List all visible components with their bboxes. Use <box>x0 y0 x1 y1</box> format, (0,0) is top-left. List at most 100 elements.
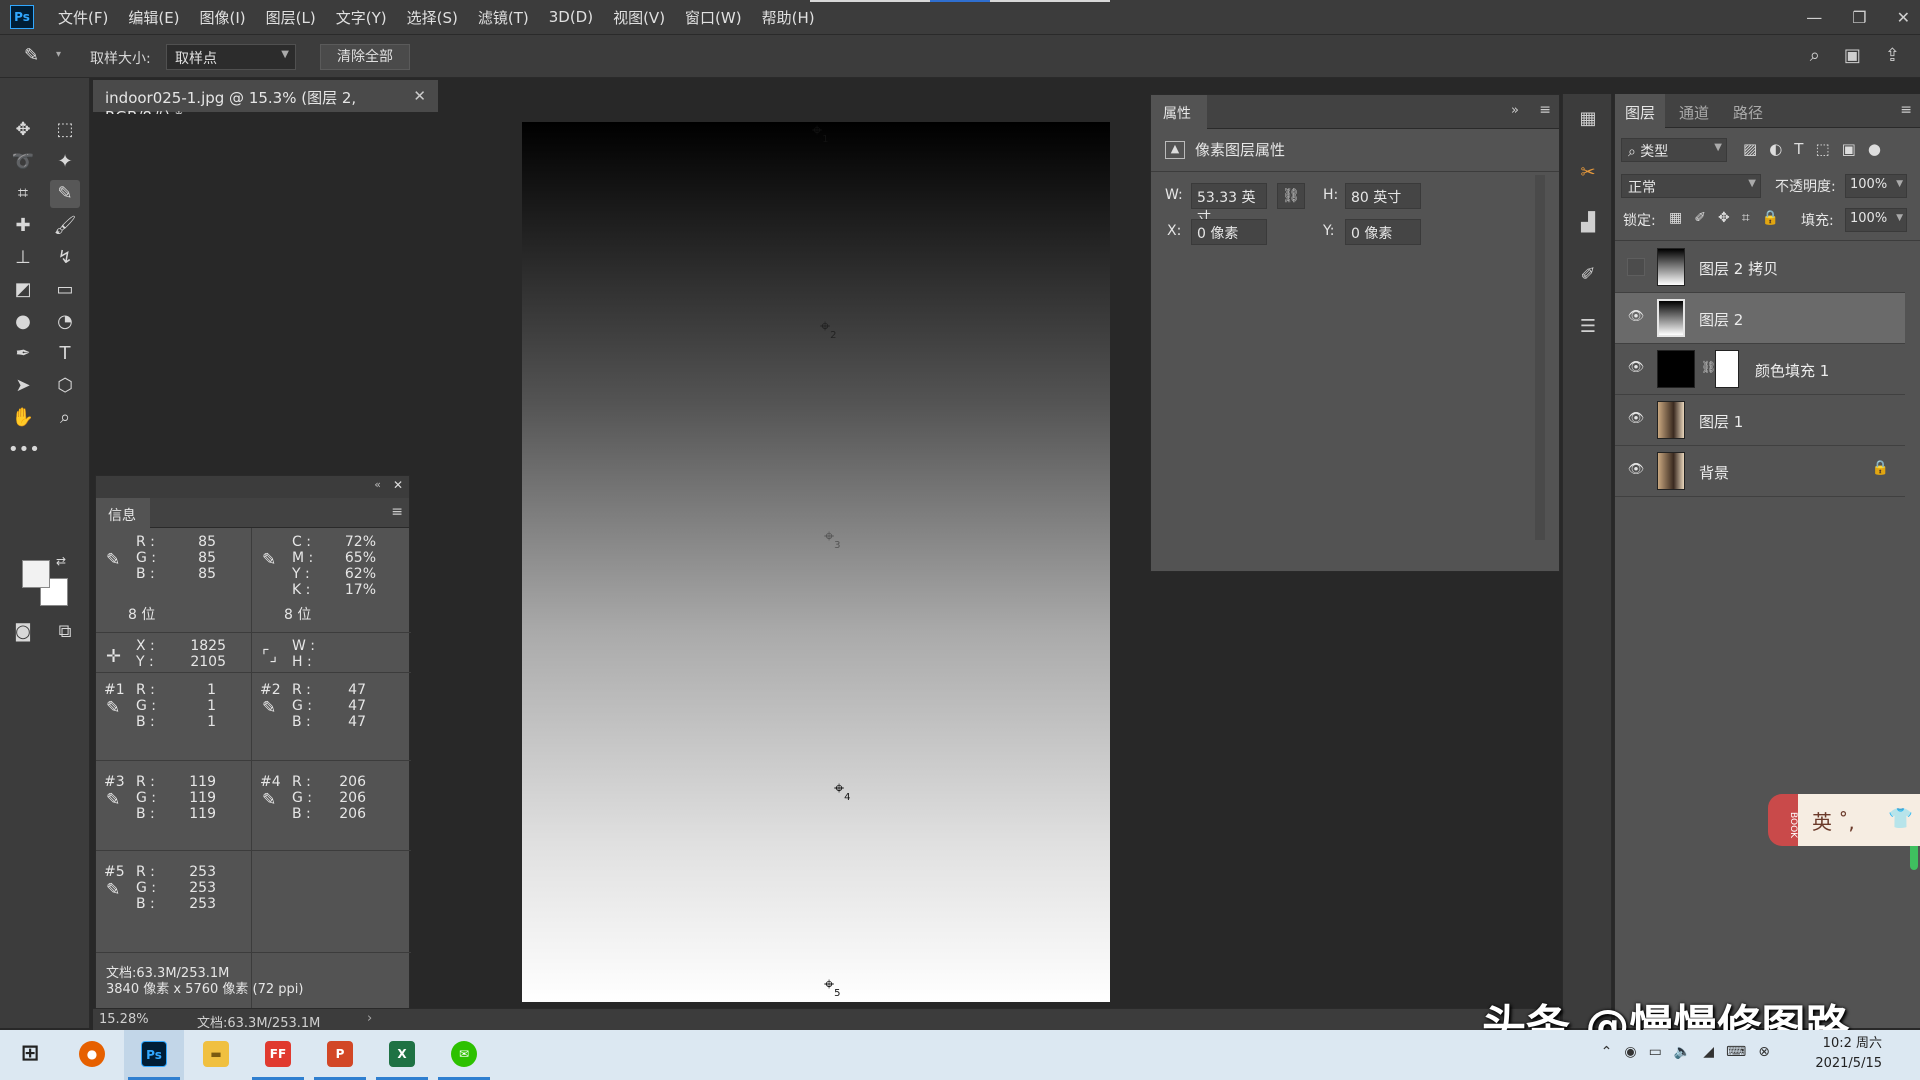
layer-name[interactable]: 图层 2 <box>1699 309 1743 330</box>
height-field[interactable]: 80 英寸 <box>1345 183 1421 209</box>
path-select-icon[interactable]: ➤ <box>8 372 38 400</box>
eye-icon[interactable]: 👁 <box>1627 462 1645 480</box>
color-sampler-tool-icon[interactable]: ✎ <box>24 45 48 69</box>
layer-row[interactable]: 👁 ⛓ 颜色填充 1 <box>1615 344 1905 395</box>
adjustment-filter-icon[interactable]: ◐ <box>1769 140 1782 158</box>
healing-brush-icon[interactable]: ✚ <box>8 212 38 240</box>
histogram-icon[interactable]: ▟ <box>1575 212 1601 238</box>
lock-artboard-icon[interactable]: ⌗ <box>1742 210 1750 226</box>
menu-select[interactable]: 选择(S) <box>407 7 458 28</box>
type-tool-icon[interactable]: T <box>50 340 80 368</box>
keyboard-icon[interactable]: ⌨ <box>1726 1044 1746 1060</box>
taskbar-foxit[interactable]: FF <box>248 1030 308 1080</box>
menu-filter[interactable]: 滤镜(T) <box>478 7 529 28</box>
marquee-tool-icon[interactable]: ⬚ <box>50 116 80 144</box>
color-sampler-marker[interactable]: ⌖3 <box>824 528 841 552</box>
gradient-tool-icon[interactable]: ▭ <box>50 276 80 304</box>
ime-toolbar[interactable]: BOOK 英 ˚, 👕 <box>1768 794 1920 846</box>
taskbar-excel[interactable]: X <box>372 1030 432 1080</box>
taskbar-explorer[interactable]: ▬ <box>186 1030 246 1080</box>
panel-menu-icon[interactable]: ≡ <box>391 504 403 520</box>
taskbar-photoshop[interactable]: Ps <box>124 1030 184 1080</box>
layer-row[interactable]: 👁 背景 🔒 <box>1615 446 1905 497</box>
taskbar-firefox[interactable]: ● <box>62 1030 122 1080</box>
tab-properties[interactable]: 属性 <box>1151 95 1207 129</box>
layer-row[interactable]: 👁 图层 2 <box>1615 293 1905 344</box>
shape-filter-icon[interactable]: ⬚ <box>1815 140 1829 158</box>
tray-expand-icon[interactable]: ⌃ <box>1601 1044 1613 1060</box>
menu-image[interactable]: 图像(I) <box>200 7 246 28</box>
clone-stamp-icon[interactable]: ⊥ <box>8 244 38 272</box>
menu-type[interactable]: 文字(Y) <box>336 7 387 28</box>
tab-info[interactable]: 信息 <box>96 498 150 528</box>
layer-row[interactable]: 图层 2 拷贝 <box>1615 242 1905 293</box>
color-sampler-marker[interactable]: ⌖1 <box>812 122 829 146</box>
magic-wand-icon[interactable]: ✦ <box>50 148 80 176</box>
lasso-tool-icon[interactable]: ➰ <box>8 148 38 176</box>
panel-menu-icon[interactable]: ≡ <box>1539 102 1551 118</box>
document-tab[interactable]: indoor025-1.jpg @ 15.3% (图层 2, RGB/8#) *… <box>93 80 438 126</box>
panel-menu-icon[interactable]: ≡ <box>1900 102 1912 118</box>
menu-3d[interactable]: 3D(D) <box>549 8 593 26</box>
restore-icon[interactable]: ❐ <box>1852 8 1866 27</box>
info-panel-icon[interactable]: ▦ <box>1575 108 1601 134</box>
notification-icon[interactable]: ⊗ <box>1758 1044 1770 1060</box>
type-filter-icon[interactable]: T <box>1794 140 1803 158</box>
search-icon[interactable]: ⌕ <box>1810 45 1820 66</box>
document-canvas[interactable]: ⌖1 ⌖2 ⌖3 ⌖4 ⌖5 <box>522 122 1110 1002</box>
quick-mask-icon[interactable]: ◙ <box>8 618 38 646</box>
lock-all-icon[interactable]: 🔒 <box>1762 210 1779 226</box>
battery-icon[interactable]: ▭ <box>1649 1044 1662 1060</box>
pen-tool-icon[interactable]: ✒ <box>8 340 38 368</box>
opacity-field[interactable]: 100% ▼ <box>1845 174 1907 198</box>
lock-transparent-icon[interactable]: ▦ <box>1669 210 1682 226</box>
history-brush-icon[interactable]: ↯ <box>50 244 80 272</box>
close-tab-icon[interactable]: ✕ <box>413 87 426 105</box>
swap-colors-icon[interactable]: ⇄ <box>52 552 70 570</box>
shape-tool-icon[interactable]: ⬡ <box>50 372 80 400</box>
zoom-level[interactable]: 15.28% <box>99 1012 149 1027</box>
tools-cross-icon[interactable]: ✂ <box>1575 162 1601 188</box>
dodge-tool-icon[interactable]: ◔ <box>50 308 80 336</box>
taskbar-powerpoint[interactable]: P <box>310 1030 370 1080</box>
clear-all-button[interactable]: 清除全部 <box>320 44 410 70</box>
layer-filter-select[interactable]: ⌕ 类型 ▼ <box>1621 138 1727 162</box>
visibility-toggle-off[interactable] <box>1627 258 1645 276</box>
fill-field[interactable]: 100% ▼ <box>1845 208 1907 232</box>
workspace-icon[interactable]: ▣ <box>1844 45 1861 66</box>
collapse-icon[interactable]: « <box>374 478 381 491</box>
pixel-filter-icon[interactable]: ▨ <box>1743 140 1757 158</box>
taskbar-wechat[interactable]: ✉ <box>434 1030 494 1080</box>
tab-channels[interactable]: 通道 <box>1669 94 1719 128</box>
close-panel-icon[interactable]: ✕ <box>393 478 403 492</box>
layer-name[interactable]: 图层 1 <box>1699 411 1743 432</box>
link-icon[interactable]: ⛓ <box>1277 183 1305 209</box>
scrollbar[interactable] <box>1535 175 1545 540</box>
x-field[interactable]: 0 像素 <box>1191 219 1267 245</box>
ime-mode[interactable]: 英 ˚, <box>1812 806 1855 835</box>
share-icon[interactable]: ⇪ <box>1885 45 1900 66</box>
color-sampler-marker[interactable]: ⌖5 <box>824 976 841 1000</box>
lock-position-icon[interactable]: ✥ <box>1718 210 1730 226</box>
crop-tool-icon[interactable]: ⌗ <box>8 180 38 208</box>
minimize-icon[interactable]: — <box>1806 8 1822 27</box>
color-sampler-marker[interactable]: ⌖2 <box>820 318 837 342</box>
menu-file[interactable]: 文件(F) <box>58 7 108 28</box>
close-window-icon[interactable]: ✕ <box>1897 8 1910 27</box>
ime-skin-icon[interactable]: 👕 <box>1888 806 1913 830</box>
hand-tool-icon[interactable]: ✋ <box>8 404 38 432</box>
clock[interactable]: 10:2 周六 2021/5/15 <box>1815 1034 1882 1074</box>
start-button[interactable]: ⊞ <box>0 1030 60 1080</box>
filter-toggle-icon[interactable]: ● <box>1868 140 1881 158</box>
lock-pixels-icon[interactable]: ✐ <box>1694 210 1706 226</box>
blend-mode-select[interactable]: 正常 ▼ <box>1621 174 1761 198</box>
brush-settings-icon[interactable]: ✐ <box>1575 264 1601 290</box>
layer-name[interactable]: 颜色填充 1 <box>1755 360 1829 381</box>
eye-icon[interactable]: 👁 <box>1627 360 1645 378</box>
move-tool-icon[interactable]: ✥ <box>8 116 38 144</box>
width-field[interactable]: 53.33 英寸 <box>1191 183 1267 226</box>
tab-layers[interactable]: 图层 <box>1615 94 1666 128</box>
tab-paths[interactable]: 路径 <box>1723 94 1773 128</box>
screen-mode-icon[interactable]: ⧉ <box>50 618 80 646</box>
eye-icon[interactable]: 👁 <box>1627 411 1645 429</box>
